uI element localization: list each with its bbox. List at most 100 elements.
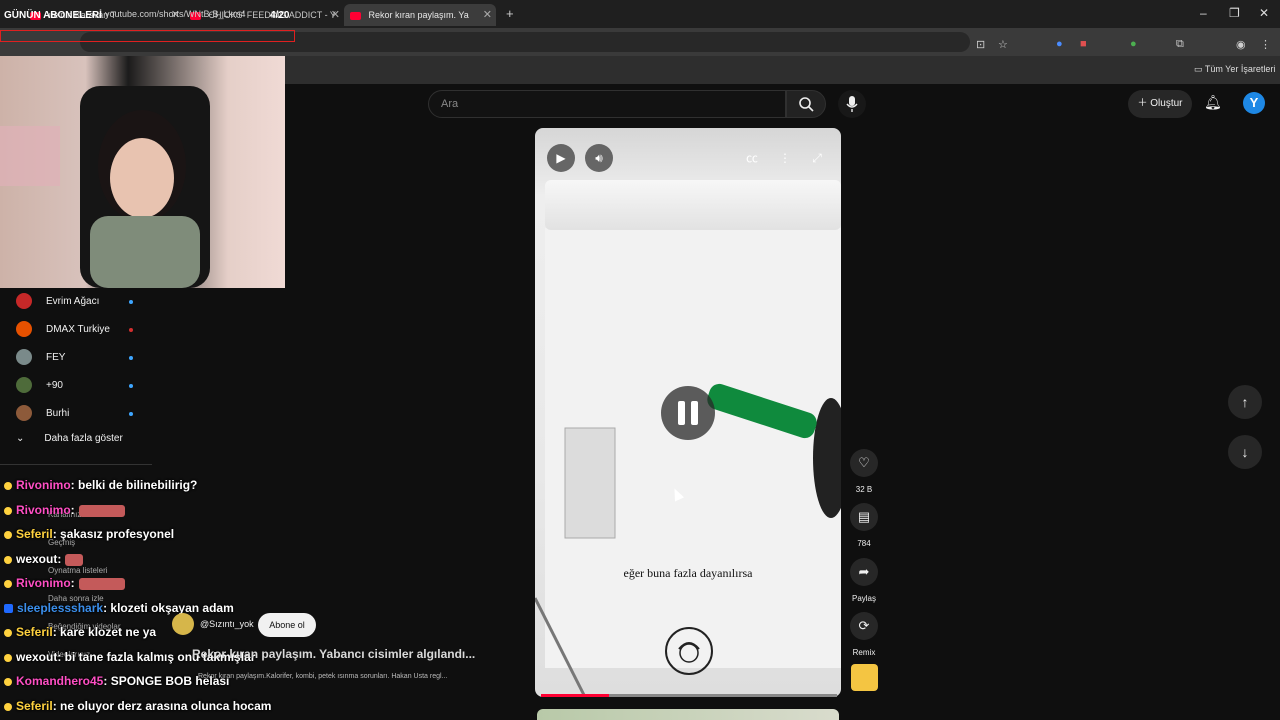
chat-badge-icon — [4, 653, 12, 662]
close-tab-icon[interactable]: ✕ — [483, 4, 492, 26]
captions-icon[interactable]: ㏄ — [738, 144, 766, 172]
tab-3-active[interactable]: Rekor kıran paylaşım. Ya ✕ — [344, 4, 496, 26]
search-input[interactable]: Ara — [428, 90, 786, 118]
chat-username: Seferil — [16, 699, 53, 713]
all-bookmarks-label: Tüm Yer İşaretleri — [1204, 64, 1276, 74]
bookmark-star-icon[interactable]: ☆ — [998, 38, 1008, 51]
youtube-favicon-icon — [350, 11, 361, 20]
remix-button[interactable]: ⟳ — [850, 612, 878, 640]
channel-avatar[interactable] — [172, 613, 194, 635]
remix-label: Remix — [852, 648, 876, 657]
chat-message: Seferil: şakasız profesyonel — [4, 527, 174, 541]
volume-icon[interactable]: 🔊︎ — [585, 144, 613, 172]
notifications-bell-icon[interactable]: 🔔︎ — [1204, 94, 1222, 111]
creator-watermark-logo — [665, 627, 713, 675]
live-indicator-icon — [129, 328, 133, 332]
chat-username: sleeplessshark — [17, 601, 104, 615]
new-tab-button[interactable]: + — [506, 6, 514, 21]
chat-username: Rivonimo — [16, 478, 71, 492]
like-button[interactable]: ♡ — [850, 449, 878, 477]
chat-message: sleeplessshark: klozeti okşayan adam — [4, 601, 234, 615]
channel-name[interactable]: @Sızıntı_yok — [200, 619, 254, 629]
next-short-button[interactable]: ↓ — [1228, 435, 1262, 469]
create-button[interactable]: ＋ Oluştur — [1128, 90, 1192, 118]
like-count: 32 B — [855, 485, 873, 494]
channel-avatar — [16, 321, 32, 338]
channel-avatar — [16, 405, 32, 422]
channel-avatar — [16, 377, 32, 394]
pause-icon[interactable] — [661, 386, 715, 440]
show-more-button[interactable]: ⌄ Daha fazla göster — [16, 433, 123, 444]
extension-icon[interactable]: ● — [1056, 38, 1063, 50]
daily-subscribers-count: 4/20 — [270, 10, 290, 21]
chat-badge-icon — [4, 481, 12, 490]
extension-icon[interactable]: ■ — [1080, 38, 1087, 50]
maximize-button[interactable]: ❐ — [1229, 6, 1240, 20]
chat-badge-icon — [4, 579, 12, 588]
menu-kebab-icon[interactable]: ⋮ — [1260, 38, 1271, 51]
sidebar-divider — [0, 464, 152, 465]
fullscreen-icon[interactable]: ⤢ — [803, 144, 831, 172]
chat-badge-icon — [4, 506, 12, 515]
account-avatar[interactable]: Y — [1243, 92, 1265, 114]
share-button[interactable]: ➦ — [850, 558, 878, 586]
sidebar-item-fey[interactable]: FEY — [16, 347, 133, 369]
chat-badge-icon — [4, 702, 12, 711]
search-button[interactable] — [786, 90, 826, 118]
chat-badge-icon — [4, 530, 12, 539]
chat-badge-icon — [4, 677, 12, 686]
comment-count: 784 — [857, 539, 871, 548]
new-content-dot — [129, 384, 133, 388]
chat-username: Seferil — [16, 625, 53, 639]
remix-icon: ⟳ — [858, 618, 870, 633]
plus-icon: ＋ — [1137, 98, 1151, 109]
share-arrow-icon: ➦ — [858, 564, 870, 579]
chat-badge-icon — [4, 555, 12, 564]
comments-button[interactable]: ▤ — [850, 503, 878, 531]
search-icon — [799, 97, 814, 112]
close-window-button[interactable]: ✕ — [1259, 6, 1269, 20]
play-button[interactable]: ▶ — [547, 144, 575, 172]
all-bookmarks-link[interactable]: ▭ Tüm Yer İşaretleri — [1194, 64, 1275, 75]
arrow-up-icon: ↑ — [1241, 394, 1249, 410]
sidebar-item-playlists[interactable]: Oynatma listeleri — [48, 566, 108, 575]
url-text[interactable]: youtube.com/shorts/WNtB-B_Lkm4 — [105, 9, 246, 19]
video-progress-fill — [541, 694, 610, 697]
sound-creator-avatar[interactable] — [851, 664, 878, 691]
sidebar-item-label: +90 — [46, 380, 63, 391]
chat-badge-icon — [4, 604, 13, 614]
voice-search-button[interactable] — [838, 90, 866, 118]
chat-username: Seferil — [16, 527, 53, 541]
video-title[interactable]: Rekor kıran paylaşım. Yabancı cisimler a… — [192, 647, 475, 661]
sidebar-item-dmax[interactable]: DMAX Turkiye — [16, 319, 133, 341]
chat-message: Rivonimo: — [4, 503, 125, 517]
sidebar-item-label: Burhi — [46, 408, 70, 419]
sidebar-item-plus90[interactable]: +90 — [16, 375, 133, 397]
share-label: Paylaş — [851, 594, 876, 603]
subscribe-button[interactable]: Abone ol — [258, 613, 316, 637]
video-description[interactable]: Rekor kıran paylaşım.Kalorifer, kombi, p… — [198, 673, 447, 680]
chat-username: Rivonimo — [16, 503, 71, 517]
chat-message: Komandhero45: SPONGE BOB helası — [4, 674, 229, 688]
previous-short-button[interactable]: ↑ — [1228, 385, 1262, 419]
chat-text: : — [70, 503, 75, 517]
show-more-label: Daha fazla göster — [44, 433, 123, 444]
profile-icon[interactable]: ◉ — [1236, 38, 1246, 51]
overlay-highlight-frame — [0, 30, 295, 42]
sidebar-item-burhi[interactable]: Burhi — [16, 403, 133, 425]
more-options-icon[interactable]: ⋮ — [771, 144, 799, 172]
chat-username: wexout — [16, 650, 58, 664]
sidebar-item-label: Evrim Ağacı — [46, 296, 100, 307]
chat-text: : ne oluyor derz arasına olunca hocam — [52, 699, 272, 713]
chat-username: wexout — [16, 552, 58, 566]
close-tab-icon[interactable]: ✕ — [331, 4, 340, 26]
sidebar-item-label: FEY — [46, 352, 66, 363]
next-short-preview[interactable] — [537, 709, 839, 720]
extension-icon[interactable]: ● — [1130, 38, 1137, 50]
extensions-puzzle-icon[interactable]: ⧉ — [1176, 38, 1184, 51]
search-placeholder: Ara — [441, 98, 459, 110]
install-app-icon[interactable]: ⊡ — [976, 38, 985, 51]
minimize-button[interactable]: – — [1200, 6, 1207, 20]
heart-icon: ♡ — [858, 455, 870, 470]
sidebar-item-evrim-agaci[interactable]: Evrim Ağacı — [16, 291, 133, 313]
